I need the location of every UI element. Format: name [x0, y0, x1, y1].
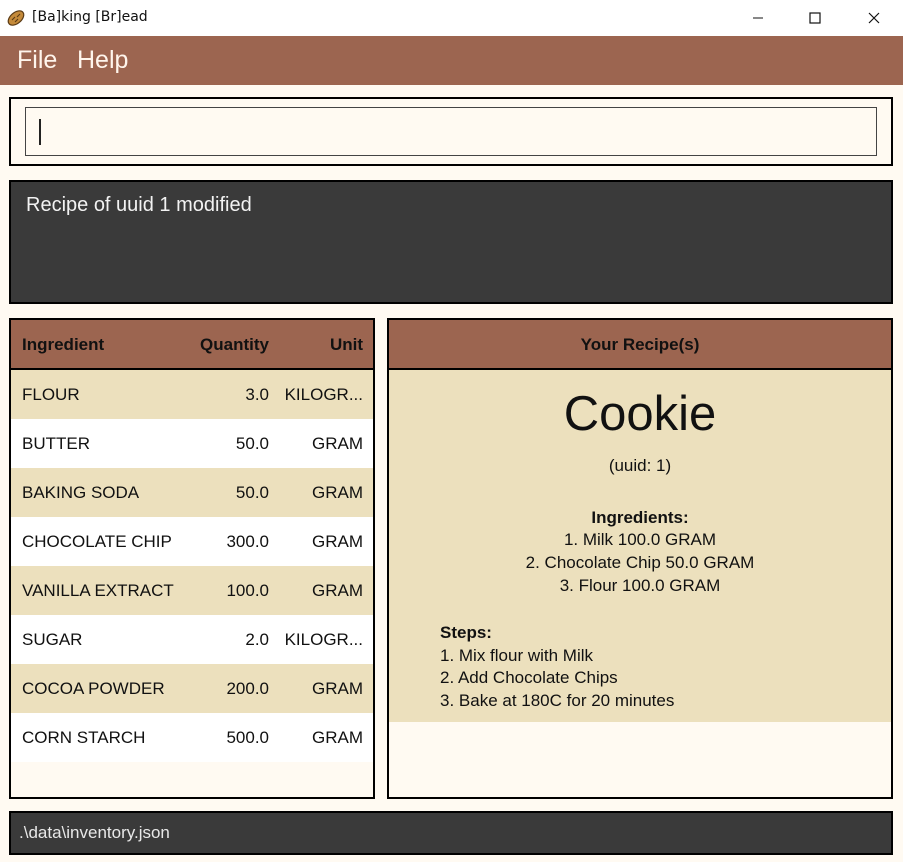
table-row[interactable]: CHOCOLATE CHIP 300.0 GRAM	[11, 517, 373, 566]
ingredient-quantity: 50.0	[235, 434, 269, 453]
ingredient-name: VANILLA EXTRACT	[22, 581, 174, 600]
ingredient-unit: KILOGR...	[284, 385, 363, 404]
column-header-unit: Unit	[329, 335, 363, 354]
result-display: Recipe of uuid 1 modified	[9, 180, 893, 304]
ingredient-name: FLOUR	[22, 385, 80, 404]
recipe-ingredient: 3. Flour 100.0 GRAM	[559, 576, 721, 595]
recipe-step: 2. Add Chocolate Chips	[440, 668, 618, 687]
ingredient-unit: GRAM	[312, 434, 363, 453]
ingredient-name: BUTTER	[22, 434, 90, 453]
result-message: Recipe of uuid 1 modified	[26, 194, 252, 216]
inventory-panel: Ingredient Quantity Unit FLOUR 3.0 KILOG…	[9, 318, 375, 799]
command-box	[9, 97, 893, 166]
ingredient-name: CORN STARCH	[22, 728, 146, 747]
ingredient-quantity: 300.0	[226, 532, 269, 551]
title-bar: [Ba]king [Br]ead	[0, 0, 903, 36]
ingredient-quantity: 100.0	[226, 581, 269, 600]
recipe-ingredient: 2. Chocolate Chip 50.0 GRAM	[525, 553, 755, 572]
maximize-button[interactable]	[786, 0, 844, 36]
menu-file[interactable]: File	[17, 46, 57, 75]
column-header-ingredient: Ingredient	[22, 335, 105, 354]
column-header-quantity: Quantity	[200, 335, 269, 354]
recipe-name: Cookie	[563, 387, 717, 441]
close-button[interactable]	[845, 0, 903, 36]
ingredient-unit: KILOGR...	[284, 630, 363, 649]
command-input[interactable]	[25, 107, 877, 156]
recipe-header: Your Recipe(s)	[389, 320, 891, 370]
minimize-button[interactable]	[729, 0, 787, 36]
recipe-step: 1. Mix flour with Milk	[440, 646, 594, 665]
window-title: [Ba]king [Br]ead	[32, 9, 148, 25]
ingredient-unit: GRAM	[312, 483, 363, 502]
recipe-header-title: Your Recipe(s)	[580, 335, 700, 354]
data-file-path: .\data\inventory.json	[19, 823, 170, 842]
recipe-panel: Your Recipe(s) Cookie (uuid: 1) Ingredie…	[387, 318, 893, 799]
ingredient-unit: GRAM	[312, 532, 363, 551]
steps-heading: Steps:	[440, 623, 492, 642]
recipe-uuid: (uuid: 1)	[608, 456, 672, 475]
maximize-icon	[809, 12, 821, 24]
ingredient-quantity: 3.0	[245, 385, 269, 404]
status-bar: .\data\inventory.json	[9, 811, 893, 855]
close-icon	[868, 12, 880, 24]
table-row[interactable]: COCOA POWDER 200.0 GRAM	[11, 664, 373, 713]
recipe-step: 3. Bake at 180C for 20 minutes	[440, 691, 675, 710]
table-row[interactable]: SUGAR 2.0 KILOGR...	[11, 615, 373, 664]
ingredient-name: BAKING SODA	[22, 483, 140, 502]
recipe-card[interactable]: Cookie (uuid: 1) Ingredients: 1. Milk 10…	[389, 370, 891, 722]
bread-icon	[6, 8, 26, 28]
ingredient-unit: GRAM	[312, 679, 363, 698]
minimize-icon	[753, 17, 763, 19]
menu-help[interactable]: Help	[77, 46, 128, 75]
recipe-ingredient: 1. Milk 100.0 GRAM	[563, 530, 717, 549]
table-row[interactable]: FLOUR 3.0 KILOGR...	[11, 370, 373, 419]
text-caret	[39, 119, 41, 145]
ingredients-heading: Ingredients:	[591, 508, 689, 527]
ingredient-quantity: 50.0	[235, 483, 269, 502]
table-row[interactable]: VANILLA EXTRACT 100.0 GRAM	[11, 566, 373, 615]
inventory-list[interactable]: FLOUR 3.0 KILOGR... BUTTER 50.0 GRAM BAK…	[11, 370, 373, 762]
table-row[interactable]: BAKING SODA 50.0 GRAM	[11, 468, 373, 517]
menu-bar: File Help	[0, 36, 903, 85]
ingredient-name: SUGAR	[22, 630, 83, 649]
table-row[interactable]: CORN STARCH 500.0 GRAM	[11, 713, 373, 762]
ingredient-quantity: 200.0	[226, 679, 269, 698]
ingredient-quantity: 500.0	[226, 728, 269, 747]
ingredient-unit: GRAM	[312, 581, 363, 600]
inventory-header: Ingredient Quantity Unit	[11, 320, 373, 370]
ingredient-name: CHOCOLATE CHIP	[22, 532, 172, 551]
ingredient-quantity: 2.0	[245, 630, 269, 649]
ingredient-name: COCOA POWDER	[22, 679, 165, 698]
table-row[interactable]: BUTTER 50.0 GRAM	[11, 419, 373, 468]
ingredient-unit: GRAM	[312, 728, 363, 747]
